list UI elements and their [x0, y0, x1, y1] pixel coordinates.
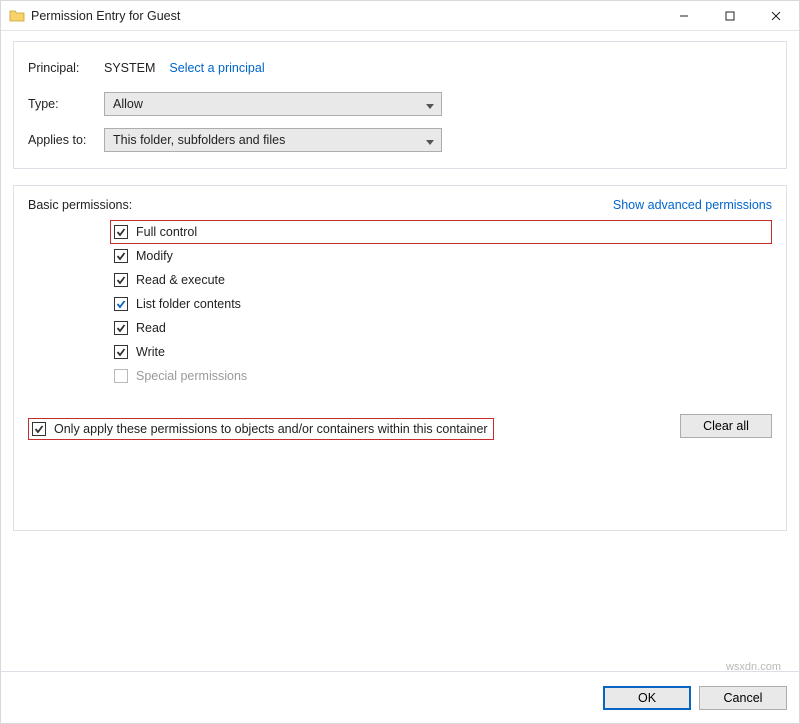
- permission-checkbox[interactable]: [114, 297, 128, 311]
- basic-permissions-title: Basic permissions:: [28, 198, 613, 212]
- only-apply-label: Only apply these permissions to objects …: [54, 422, 488, 436]
- permission-label: Full control: [136, 225, 197, 239]
- dialog-content: Principal: SYSTEM Select a principal Typ…: [1, 31, 799, 671]
- dialog-footer: OK Cancel: [1, 671, 799, 723]
- permission-checkbox[interactable]: [114, 225, 128, 239]
- ok-button[interactable]: OK: [603, 686, 691, 710]
- permission-row: Read: [110, 316, 772, 340]
- permission-checkbox[interactable]: [114, 249, 128, 263]
- permission-row: List folder contents: [110, 292, 772, 316]
- principal-value: SYSTEM: [104, 61, 155, 75]
- permission-row: Full control: [110, 220, 772, 244]
- permission-label: Read & execute: [136, 273, 225, 287]
- principal-panel: Principal: SYSTEM Select a principal Typ…: [13, 41, 787, 169]
- permission-row: Read & execute: [110, 268, 772, 292]
- watermark: wsxdn.com: [726, 661, 781, 673]
- applies-to-select[interactable]: This folder, subfolders and files: [104, 128, 442, 152]
- permission-row: Special permissions: [110, 364, 772, 388]
- clear-all-button[interactable]: Clear all: [680, 414, 772, 438]
- permission-label: Read: [136, 321, 166, 335]
- folder-icon: [9, 8, 25, 24]
- basic-permissions-panel: Basic permissions: Show advanced permiss…: [13, 185, 787, 531]
- chevron-down-icon: [425, 136, 435, 150]
- permission-checkbox: [114, 369, 128, 383]
- principal-label: Principal:: [28, 61, 104, 75]
- titlebar: Permission Entry for Guest: [1, 1, 799, 31]
- window-title: Permission Entry for Guest: [31, 9, 180, 23]
- only-apply-row: Only apply these permissions to objects …: [28, 418, 494, 440]
- permission-label: Write: [136, 345, 165, 359]
- applies-to-label: Applies to:: [28, 133, 104, 147]
- type-select[interactable]: Allow: [104, 92, 442, 116]
- only-apply-checkbox[interactable]: [32, 422, 46, 436]
- permission-label: Modify: [136, 249, 173, 263]
- select-principal-link[interactable]: Select a principal: [169, 61, 264, 75]
- minimize-button[interactable]: [661, 1, 707, 31]
- cancel-button[interactable]: Cancel: [699, 686, 787, 710]
- permission-row: Write: [110, 340, 772, 364]
- type-select-value: Allow: [113, 97, 143, 111]
- chevron-down-icon: [425, 100, 435, 114]
- permission-checkbox[interactable]: [114, 345, 128, 359]
- close-button[interactable]: [753, 1, 799, 31]
- permission-checkbox[interactable]: [114, 273, 128, 287]
- permission-label: List folder contents: [136, 297, 241, 311]
- permission-entry-dialog: Permission Entry for Guest Principal: SY…: [0, 0, 800, 724]
- maximize-button[interactable]: [707, 1, 753, 31]
- permission-label: Special permissions: [136, 369, 247, 383]
- applies-to-select-value: This folder, subfolders and files: [113, 133, 285, 147]
- permission-checkbox[interactable]: [114, 321, 128, 335]
- permission-row: Modify: [110, 244, 772, 268]
- permissions-list: Full control Modify Read & execute List fol…: [110, 220, 772, 388]
- type-label: Type:: [28, 97, 104, 111]
- show-advanced-permissions-link[interactable]: Show advanced permissions: [613, 198, 772, 212]
